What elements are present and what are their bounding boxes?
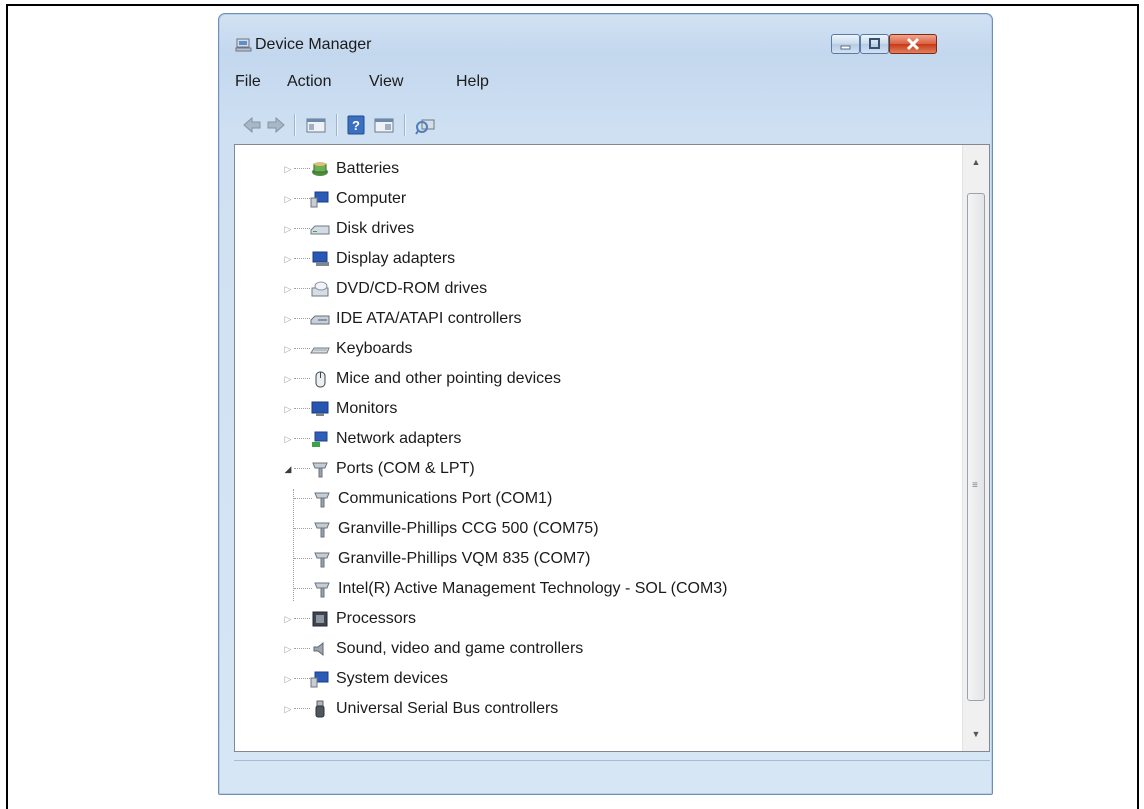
toolbar: ? bbox=[235, 112, 975, 138]
svg-text:?: ? bbox=[352, 118, 360, 133]
tree-item-communications-port-com1[interactable]: Communications Port (COM1) bbox=[294, 485, 552, 513]
tree-item-granville-phillips-vqm-835-com7[interactable]: Granville-Phillips VQM 835 (COM7) bbox=[294, 545, 591, 573]
dvd-drive-icon bbox=[311, 281, 329, 297]
menu-file[interactable]: File bbox=[235, 73, 261, 91]
menu-view[interactable]: View bbox=[369, 73, 403, 91]
vertical-scrollbar[interactable]: ▲ ≡ ▼ bbox=[962, 145, 989, 751]
minimize-button[interactable] bbox=[831, 34, 860, 54]
tree-item-processors[interactable]: ▷ Processors bbox=[282, 605, 417, 633]
keyboard-icon bbox=[310, 347, 330, 354]
scrollbar-grip-icon: ≡ bbox=[972, 480, 978, 491]
computer-icon bbox=[310, 191, 329, 208]
device-tree[interactable]: ▷ Batteries ▷ Computer ▷ Disk drives ▷ D… bbox=[234, 144, 990, 752]
expand-arrow-icon[interactable]: ▷ bbox=[282, 314, 294, 325]
toolbar-separator bbox=[404, 114, 405, 136]
scan-hardware-icon[interactable] bbox=[415, 115, 437, 135]
tree-item-intel-amt-sol-com3[interactable]: Intel(R) Active Management Technology - … bbox=[294, 575, 728, 603]
tree-item-computer[interactable]: ▷ Computer bbox=[282, 185, 406, 213]
expand-arrow-icon[interactable]: ▷ bbox=[282, 164, 294, 175]
expand-arrow-icon[interactable]: ▷ bbox=[282, 644, 294, 655]
monitor-icon bbox=[311, 401, 329, 416]
collapse-arrow-icon[interactable]: ◢ bbox=[282, 464, 294, 475]
port-icon bbox=[312, 462, 328, 478]
scrollbar-thumb[interactable]: ≡ bbox=[967, 193, 985, 701]
port-icon bbox=[314, 582, 330, 598]
close-button[interactable] bbox=[889, 34, 937, 54]
menu-action[interactable]: Action bbox=[287, 73, 331, 91]
show-hide-console-tree-icon[interactable] bbox=[305, 115, 327, 135]
port-icon bbox=[314, 492, 330, 508]
ide-controller-icon bbox=[310, 315, 330, 325]
tree-item-disk-drives[interactable]: ▷ Disk drives bbox=[282, 215, 415, 243]
port-icon bbox=[314, 552, 330, 568]
tree-item-batteries[interactable]: ▷ Batteries bbox=[282, 155, 400, 183]
tree-item-monitors[interactable]: ▷ Monitors bbox=[282, 395, 398, 423]
tree-item-display-adapters[interactable]: ▷ Display adapters bbox=[282, 245, 456, 273]
battery-icon bbox=[312, 162, 328, 176]
device-manager-app-icon bbox=[235, 38, 252, 52]
maximize-button[interactable] bbox=[860, 34, 889, 54]
disk-drive-icon bbox=[310, 225, 330, 235]
expand-arrow-icon[interactable]: ▷ bbox=[282, 614, 294, 625]
maximize-icon bbox=[869, 38, 880, 49]
expand-arrow-icon[interactable]: ▷ bbox=[282, 284, 294, 295]
display-adapter-icon bbox=[312, 251, 329, 266]
processor-icon bbox=[312, 611, 328, 627]
forward-arrow-icon[interactable] bbox=[265, 115, 287, 135]
expand-arrow-icon[interactable]: ▷ bbox=[282, 254, 294, 265]
close-icon bbox=[906, 37, 920, 51]
window-title: Device Manager bbox=[255, 36, 372, 53]
system-device-icon bbox=[310, 671, 329, 688]
tree-item-ide-ata-atapi-controllers[interactable]: ▷ IDE ATA/ATAPI controllers bbox=[282, 305, 522, 333]
tree-item-granville-phillips-ccg-500-com75[interactable]: Granville-Phillips CCG 500 (COM75) bbox=[294, 515, 599, 543]
tree-item-sound-video-and-game-controllers[interactable]: ▷ Sound, video and game controllers bbox=[282, 635, 584, 663]
minimize-icon bbox=[840, 45, 851, 50]
menu-help[interactable]: Help bbox=[456, 73, 489, 91]
usb-icon bbox=[315, 700, 325, 718]
expand-arrow-icon[interactable]: ▷ bbox=[282, 704, 294, 715]
tree-item-network-adapters[interactable]: ▷ Network adapters bbox=[282, 425, 461, 453]
tree-item-mice-and-other-pointing-devices[interactable]: ▷ Mice and other pointing devices bbox=[282, 365, 561, 393]
expand-arrow-icon[interactable]: ▷ bbox=[282, 224, 294, 235]
tree-item-dvd-cd-rom-drives[interactable]: ▷ DVD/CD-ROM drives bbox=[282, 275, 488, 303]
mouse-icon bbox=[315, 371, 326, 388]
toolbar-separator bbox=[294, 114, 295, 136]
tree-item-universal-serial-bus-controllers[interactable]: ▷ Universal Serial Bus controllers bbox=[282, 695, 558, 723]
tree-item-keyboards[interactable]: ▷ Keyboards bbox=[282, 335, 413, 363]
properties-icon[interactable] bbox=[373, 115, 395, 135]
expand-arrow-icon[interactable]: ▷ bbox=[282, 674, 294, 685]
network-adapter-icon bbox=[312, 431, 328, 447]
port-icon bbox=[314, 522, 330, 538]
expand-arrow-icon[interactable]: ▷ bbox=[282, 344, 294, 355]
device-manager-window: Device Manager File Action View Help ? ▷ bbox=[218, 13, 993, 795]
tree-item-ports-com-lpt[interactable]: ◢ Ports (COM & LPT) bbox=[282, 455, 475, 483]
scroll-up-arrow-icon[interactable]: ▲ bbox=[963, 149, 989, 175]
scroll-down-arrow-icon[interactable]: ▼ bbox=[963, 721, 989, 747]
expand-arrow-icon[interactable]: ▷ bbox=[282, 194, 294, 205]
back-arrow-icon[interactable] bbox=[241, 115, 263, 135]
toolbar-separator bbox=[336, 114, 337, 136]
expand-arrow-icon[interactable]: ▷ bbox=[282, 374, 294, 385]
expand-arrow-icon[interactable]: ▷ bbox=[282, 434, 294, 445]
help-icon[interactable]: ? bbox=[345, 115, 367, 135]
expand-arrow-icon[interactable]: ▷ bbox=[282, 404, 294, 415]
title-bar[interactable]: Device Manager bbox=[219, 14, 992, 54]
speaker-icon bbox=[313, 641, 324, 657]
status-bar bbox=[234, 760, 990, 791]
tree-item-system-devices[interactable]: ▷ System devices bbox=[282, 665, 448, 693]
